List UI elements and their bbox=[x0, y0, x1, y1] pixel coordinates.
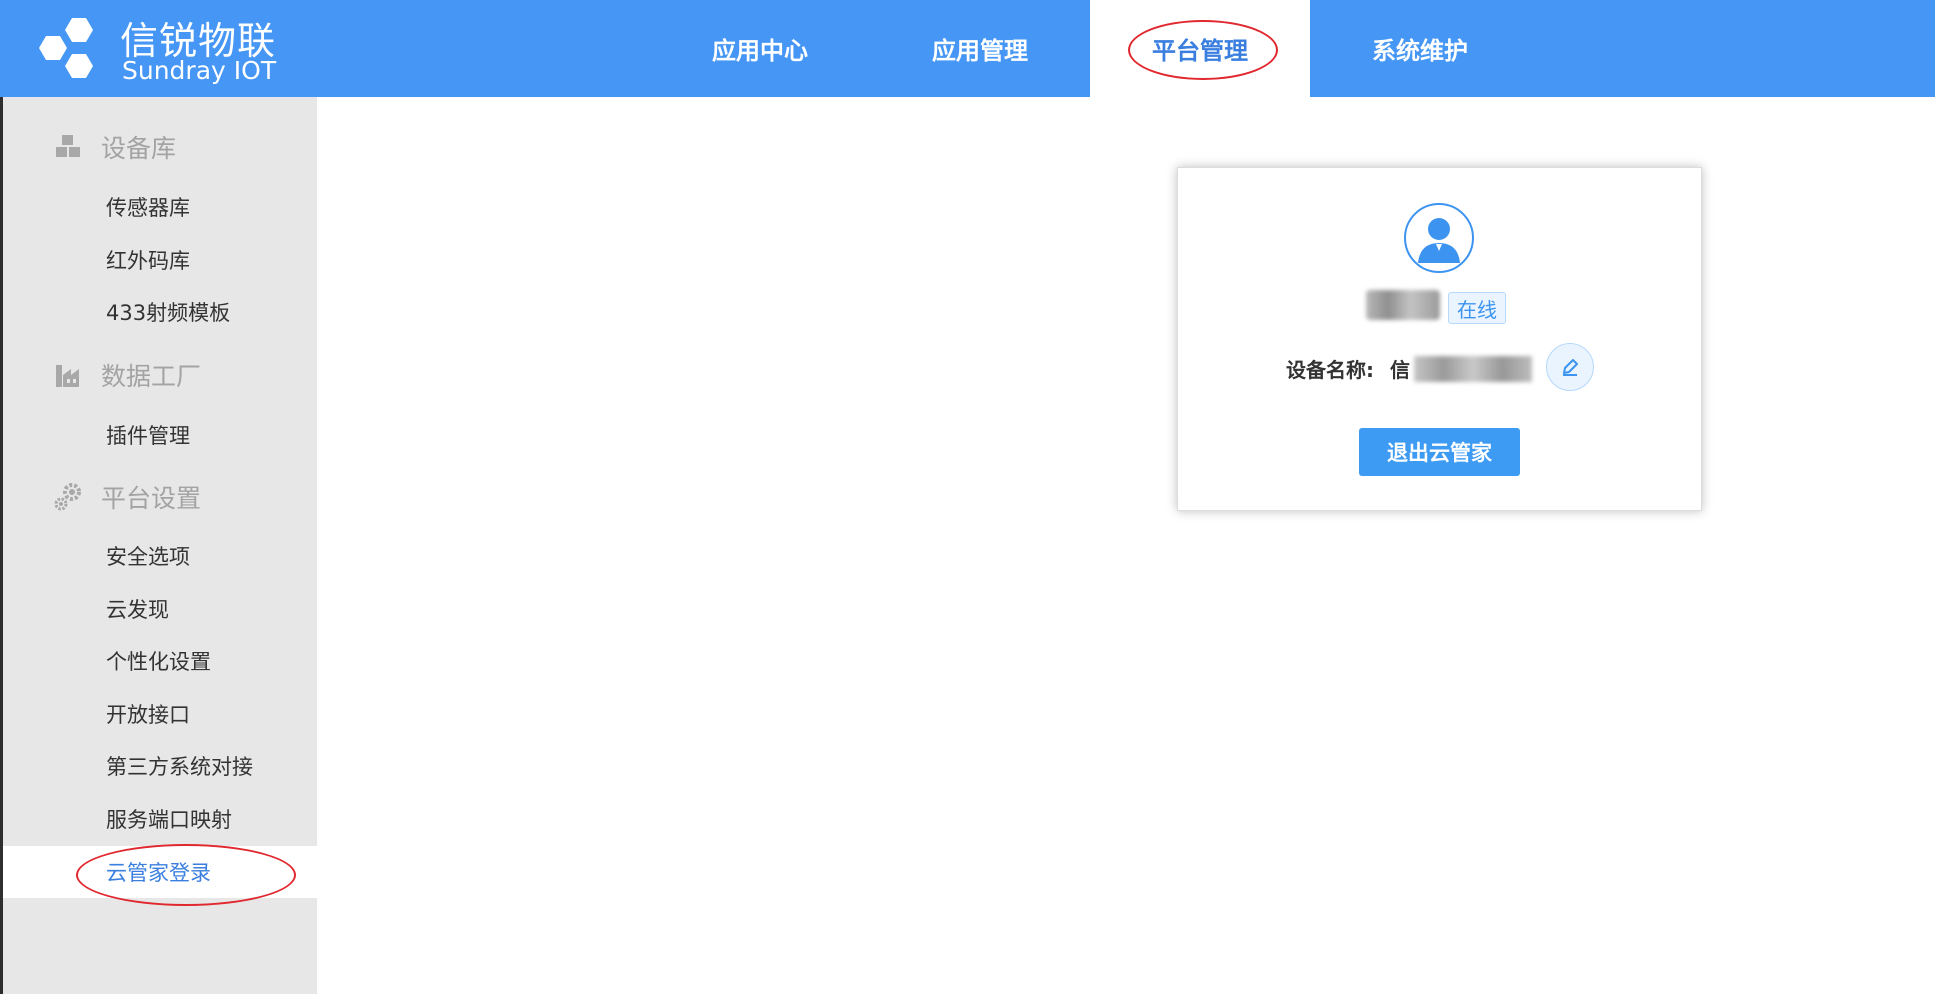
cubes-icon bbox=[56, 135, 80, 157]
sidebar-item-security-options[interactable]: 安全选项 bbox=[3, 530, 317, 582]
hexagon-logo-icon bbox=[39, 18, 93, 78]
sidebar-item-third-party-integration[interactable]: 第三方系统对接 bbox=[3, 740, 317, 792]
sidebar-group-label: 平台设置 bbox=[101, 484, 202, 513]
sidebar-group-label: 数据工厂 bbox=[101, 362, 202, 391]
sidebar-item-port-mapping[interactable]: 服务端口映射 bbox=[3, 793, 317, 845]
logout-cloud-butler-button[interactable]: 退出云管家 bbox=[1359, 428, 1520, 476]
sidebar-group-data-factory: 数据工厂 bbox=[53, 355, 201, 395]
sidebar: 设备库 传感器库 红外码库 433射频模板 数据工厂 插件管理 平台设置 安全选… bbox=[0, 97, 317, 994]
sidebar-item-open-api[interactable]: 开放接口 bbox=[3, 688, 317, 740]
sidebar-item-cloud-discovery[interactable]: 云发现 bbox=[3, 583, 317, 635]
device-name-value: 信 bbox=[1390, 358, 1410, 382]
gears-icon bbox=[54, 483, 81, 511]
status-badge: 在线 bbox=[1448, 292, 1506, 324]
tab-app-management[interactable]: 应用管理 bbox=[870, 0, 1090, 97]
factory-icon bbox=[56, 365, 79, 387]
sidebar-group-platform-settings: 平台设置 bbox=[53, 477, 201, 517]
tab-app-center[interactable]: 应用中心 bbox=[650, 0, 870, 97]
tab-system-maintenance[interactable]: 系统维护 bbox=[1310, 0, 1530, 97]
pencil-icon bbox=[1563, 359, 1578, 376]
sidebar-group-device-library: 设备库 bbox=[53, 127, 176, 167]
tab-platform-management[interactable]: 平台管理 bbox=[1090, 0, 1310, 97]
sidebar-item-plugin-management[interactable]: 插件管理 bbox=[3, 409, 317, 461]
user-avatar bbox=[1404, 203, 1474, 273]
tab-platform-management-label: 平台管理 bbox=[1152, 37, 1248, 65]
sidebar-item-433-rf-template[interactable]: 433射频模板 bbox=[3, 286, 317, 338]
cloud-butler-card: 在线 设备名称: 信 退出云管家 bbox=[1177, 167, 1702, 511]
main-nav: 应用中心 应用管理 平台管理 系统维护 bbox=[650, 0, 1530, 97]
sidebar-item-sensor-library[interactable]: 传感器库 bbox=[3, 181, 317, 233]
sidebar-item-cloud-butler-login[interactable]: 云管家登录 bbox=[3, 846, 317, 898]
edit-device-name-button[interactable] bbox=[1546, 343, 1594, 391]
device-name-label: 设备名称: bbox=[1286, 358, 1374, 382]
brand-name-en: Sundray IOT bbox=[122, 56, 277, 85]
top-header: 信锐物联 Sundray IOT 应用中心 应用管理 平台管理 系统维护 bbox=[0, 0, 1935, 97]
brand-logo[interactable]: 信锐物联 Sundray IOT bbox=[36, 10, 296, 88]
sidebar-item-personalization[interactable]: 个性化设置 bbox=[3, 635, 317, 687]
account-name-redacted bbox=[1366, 290, 1440, 320]
user-icon bbox=[1418, 218, 1460, 263]
sidebar-item-label: 云管家登录 bbox=[106, 861, 211, 885]
sidebar-item-ir-code-library[interactable]: 红外码库 bbox=[3, 234, 317, 286]
device-name-redacted bbox=[1414, 356, 1532, 382]
sidebar-group-label: 设备库 bbox=[101, 134, 177, 163]
